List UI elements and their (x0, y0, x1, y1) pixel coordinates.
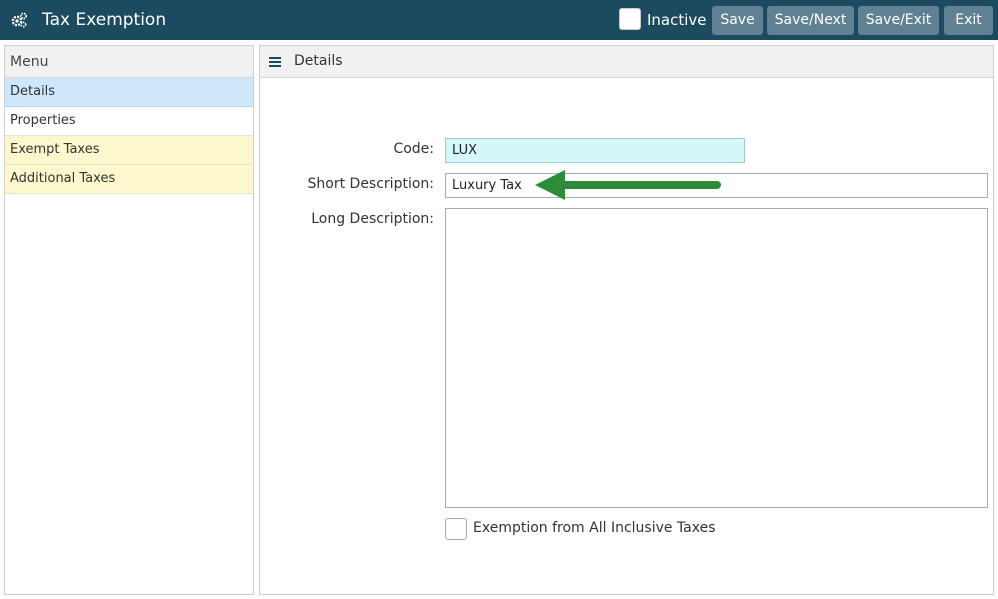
page-title: Tax Exemption (42, 10, 167, 30)
long-description-label: Long Description: (311, 211, 434, 227)
exemption-all-inclusive-label: Exemption from All Inclusive Taxes (473, 520, 716, 536)
gears-icon (11, 12, 27, 28)
menu-title: Menu (5, 46, 253, 78)
hamburger-icon[interactable] (269, 57, 281, 67)
sidebar-item-additional-taxes[interactable]: Additional Taxes (5, 165, 253, 194)
exemption-all-inclusive-checkbox[interactable] (445, 518, 467, 540)
code-label: Code: (393, 141, 434, 157)
panel-title: Details (294, 53, 343, 69)
panel-header: Details (260, 46, 993, 78)
save-button[interactable]: Save (712, 6, 763, 35)
short-description-label: Short Description: (307, 176, 434, 192)
top-bar: Tax Exemption Inactive Save Save/Next Sa… (0, 0, 998, 40)
code-field[interactable]: LUX (445, 138, 745, 163)
sidebar-item-exempt-taxes[interactable]: Exempt Taxes (5, 136, 253, 165)
save-next-button[interactable]: Save/Next (767, 6, 854, 35)
inactive-checkbox[interactable] (619, 8, 641, 30)
sidebar-menu: Menu Details Properties Exempt Taxes Add… (4, 45, 254, 595)
exit-button[interactable]: Exit (944, 6, 993, 35)
save-exit-button[interactable]: Save/Exit (858, 6, 939, 35)
pointer-arrow-icon (535, 170, 721, 200)
sidebar-item-properties[interactable]: Properties (5, 107, 253, 136)
long-description-textarea[interactable] (445, 208, 988, 508)
sidebar-item-details[interactable]: Details (5, 78, 253, 107)
inactive-label: Inactive (647, 11, 707, 29)
